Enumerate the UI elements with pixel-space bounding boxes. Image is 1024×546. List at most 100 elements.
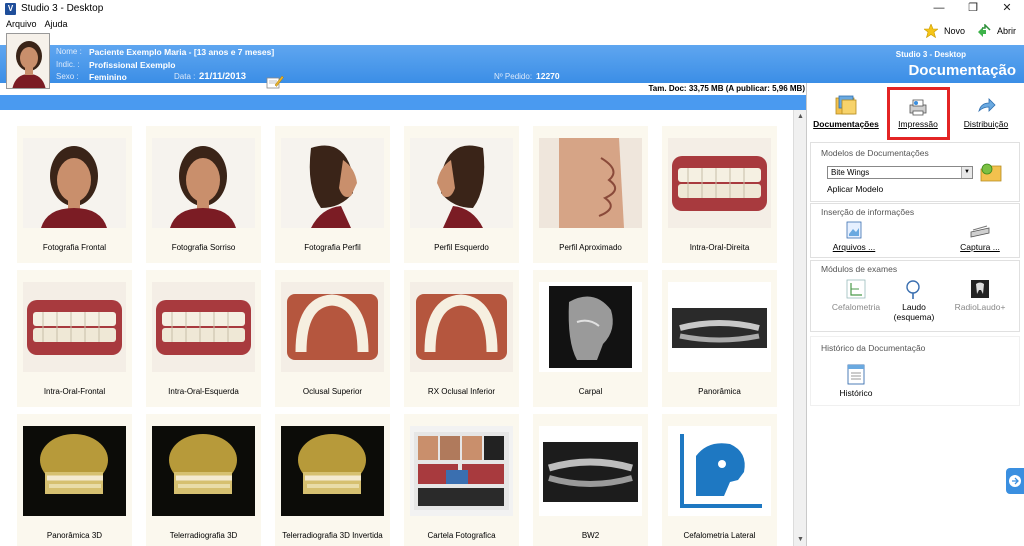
document-thumbnail-image[interactable]: [539, 138, 642, 228]
document-thumbnail-image[interactable]: [410, 138, 513, 228]
document-thumbnail-image[interactable]: [23, 138, 126, 228]
document-thumbnail-card[interactable]: Intra-Oral-Esquerda: [146, 270, 261, 407]
document-thumbnail-caption: Intra-Oral-Frontal: [43, 387, 106, 396]
insercao-title: Inserção de informações: [821, 207, 915, 217]
tab-distribuicao-label: Distribuição: [963, 119, 1009, 129]
menu-ajuda[interactable]: Ajuda: [45, 19, 68, 29]
minimize-button[interactable]: —: [922, 0, 956, 17]
window-title: Studio 3 - Desktop: [21, 3, 104, 14]
novo-button[interactable]: Novo: [923, 24, 965, 38]
studio-label: Studio 3 - Desktop: [895, 50, 966, 59]
grid-scrollbar[interactable]: ▲ ▼: [793, 110, 806, 546]
document-thumbnail-caption: Intra-Oral-Direita: [689, 243, 750, 252]
edit-pencil-icon[interactable]: [266, 74, 284, 90]
document-thumbnail-card[interactable]: Telerradiografia 3D Invertida: [275, 414, 390, 546]
radiolaudo-label: RadioLaudo+: [954, 302, 1006, 312]
document-thumbnail-card[interactable]: Panorâmica: [662, 270, 777, 407]
captura-label: Captura ...: [960, 242, 1000, 252]
tab-documentacoes[interactable]: Documentações: [810, 95, 882, 129]
expand-arrows-icon: [1009, 475, 1021, 487]
document-thumbnail-image[interactable]: [152, 138, 255, 228]
xray-tooth-icon: [971, 280, 989, 298]
document-thumbnail-caption: Intra-Oral-Esquerda: [168, 387, 239, 396]
document-thumbnail-caption: Oclusal Superior: [302, 387, 363, 396]
radiolaudo-button[interactable]: RadioLaudo+: [952, 278, 1008, 312]
document-thumbnail-image[interactable]: [23, 282, 126, 372]
document-thumbnail-card[interactable]: Fotografia Sorriso: [146, 126, 261, 263]
document-thumbnail-card[interactable]: Intra-Oral-Frontal: [17, 270, 132, 407]
patient-avatar[interactable]: [6, 33, 50, 89]
document-thumbnail-card[interactable]: Panorâmica 3D: [17, 414, 132, 546]
document-thumbnail-card[interactable]: Oclusal Superior: [275, 270, 390, 407]
document-thumbnail-image[interactable]: [410, 282, 513, 372]
window-controls: — ❐ ✕: [922, 0, 1024, 17]
modelo-selected-value: Bite Wings: [831, 168, 870, 177]
document-thumbnail-caption: Perfil Esquerdo: [434, 243, 489, 252]
close-button[interactable]: ✕: [990, 0, 1024, 17]
modelo-select[interactable]: Bite Wings ▼: [827, 166, 973, 179]
share-arrow-icon: [978, 98, 996, 113]
document-thumbnail-card[interactable]: Carpal: [533, 270, 648, 407]
document-thumbnail-card[interactable]: Perfil Aproximado: [533, 126, 648, 263]
document-thumbnail-caption: Telerradiografia 3D: [169, 531, 238, 540]
document-thumbnail-card[interactable]: RX Oclusal Inferior: [404, 270, 519, 407]
document-thumbnail-card[interactable]: Perfil Esquerdo: [404, 126, 519, 263]
abrir-button[interactable]: Abrir: [977, 24, 1016, 38]
arquivos-label: Arquivos ...: [832, 242, 876, 252]
chevron-down-icon[interactable]: ▼: [961, 167, 972, 178]
pedido-label: Nº Pedido:: [494, 72, 533, 81]
section-title: Documentação: [908, 62, 1016, 79]
document-thumbnail-card[interactable]: Fotografia Perfil: [275, 126, 390, 263]
document-thumbnail-card[interactable]: BW2: [533, 414, 648, 546]
document-thumbnail-card[interactable]: Fotografia Frontal: [17, 126, 132, 263]
laudo-label: Laudo (esquema): [893, 302, 935, 322]
novo-label: Novo: [943, 26, 965, 36]
documents-grid: Fotografia Frontal Fotografia Sorriso Foto…: [0, 110, 793, 546]
sexo-value: Feminino: [89, 72, 127, 82]
modelos-title: Modelos de Documentações: [821, 148, 929, 158]
main-toolbar: Novo Abrir: [912, 22, 1016, 40]
document-thumbnail-image[interactable]: [152, 282, 255, 372]
header-divider: [0, 95, 806, 110]
document-thumbnail-image[interactable]: [410, 426, 513, 516]
historico-button[interactable]: Histórico: [832, 362, 880, 398]
arquivos-button[interactable]: Arquivos ...: [830, 220, 878, 252]
history-notepad-icon: [847, 364, 865, 385]
document-thumbnail-image[interactable]: [539, 282, 642, 372]
open-arrows-icon: [977, 24, 991, 37]
document-thumbnail-image[interactable]: [668, 138, 771, 228]
cefalometria-label: Cefalometria: [831, 302, 881, 312]
tab-distribuicao[interactable]: Distribuição: [958, 97, 1014, 129]
app-icon: V: [5, 2, 16, 15]
document-thumbnail-image[interactable]: [539, 426, 642, 516]
studio3-window: V Studio 3 - Desktop — ❐ ✕ Arquivo Ajuda…: [0, 0, 1024, 546]
document-thumbnail-card[interactable]: Intra-Oral-Direita: [662, 126, 777, 263]
maximize-button[interactable]: ❐: [956, 0, 990, 17]
apply-model-folder-icon[interactable]: [979, 161, 1005, 185]
document-thumbnail-caption: Carpal: [578, 387, 603, 396]
aplicar-modelo-link[interactable]: Aplicar Modelo: [827, 184, 883, 194]
document-thumbnail-image[interactable]: [668, 426, 771, 516]
document-thumbnail-card[interactable]: Cartela Fotografica: [404, 414, 519, 546]
laudo-button[interactable]: Laudo (esquema): [888, 278, 940, 322]
document-thumbnail-image[interactable]: [281, 282, 384, 372]
nome-label: Nome :: [56, 47, 82, 56]
cefalometria-button[interactable]: Cefalometria: [830, 278, 882, 312]
abrir-label: Abrir: [996, 26, 1016, 36]
document-thumbnail-image[interactable]: [23, 426, 126, 516]
document-thumbnail-image[interactable]: [152, 426, 255, 516]
side-expand-tab[interactable]: [1006, 468, 1024, 494]
document-thumbnail-image[interactable]: [281, 138, 384, 228]
captura-button[interactable]: Captura ...: [955, 220, 1005, 252]
document-thumbnail-caption: Fotografia Perfil: [304, 243, 361, 252]
cephalometry-icon: [846, 279, 866, 299]
image-file-icon: [846, 221, 862, 239]
document-thumbnail-image[interactable]: [668, 282, 771, 372]
star-icon: [923, 24, 938, 38]
document-thumbnail-image[interactable]: [281, 426, 384, 516]
document-thumbnail-card[interactable]: Telerradiografia 3D: [146, 414, 261, 546]
menu-arquivo[interactable]: Arquivo: [6, 19, 37, 29]
document-thumbnail-card[interactable]: Cefalometria Lateral: [662, 414, 777, 546]
document-thumbnail-caption: RX Oclusal Inferior: [427, 387, 496, 396]
modulos-title: Módulos de exames: [821, 264, 898, 274]
